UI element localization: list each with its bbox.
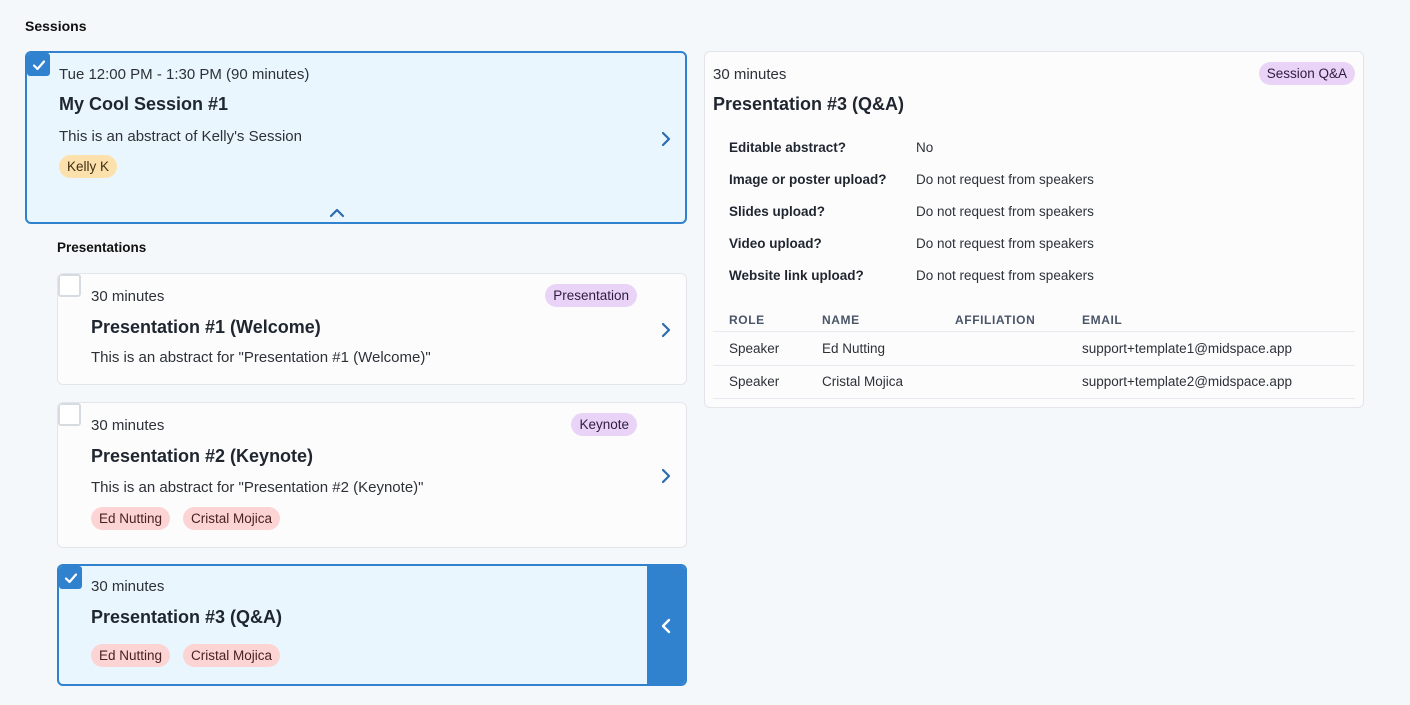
- chevron-right-icon[interactable]: [661, 468, 671, 484]
- person-tag: Cristal Mojica: [183, 507, 281, 530]
- table-divider: [713, 365, 1355, 366]
- table-header-role: ROLE: [729, 313, 765, 327]
- detail-panel: 30 minutes Session Q&A Presentation #3 (…: [704, 51, 1364, 408]
- chevron-right-icon[interactable]: [661, 322, 671, 338]
- table-cell-name: Cristal Mojica: [822, 374, 904, 389]
- presentation-duration: 30 minutes: [91, 417, 165, 434]
- detail-title: Presentation #3 (Q&A): [713, 94, 905, 114]
- person-tag: Ed Nutting: [91, 644, 171, 667]
- field-value: Do not request from speakers: [916, 236, 1094, 251]
- sessions-heading: Sessions: [25, 18, 87, 34]
- table-header-email: EMAIL: [1082, 313, 1123, 327]
- table-cell-role: Speaker: [729, 341, 780, 356]
- field-label: Editable abstract?: [729, 140, 847, 155]
- session-time: Tue 12:00 PM - 1:30 PM (90 minutes): [59, 66, 310, 83]
- check-icon: [64, 573, 78, 584]
- table-cell-role: Speaker: [729, 374, 780, 389]
- field-label: Image or poster upload?: [729, 172, 887, 187]
- chevron-left-icon: [661, 618, 671, 634]
- type-badge: Keynote: [571, 413, 637, 436]
- presentations-heading: Presentations: [57, 240, 147, 255]
- detail-duration: 30 minutes: [713, 66, 787, 83]
- chevron-right-icon[interactable]: [661, 131, 671, 147]
- presentation-duration: 30 minutes: [91, 578, 165, 595]
- presentation-duration: 30 minutes: [91, 288, 165, 305]
- presentation-title: Presentation #2 (Keynote): [91, 446, 314, 466]
- session-checkbox[interactable]: [27, 53, 50, 76]
- presentation-card[interactable]: 30 minutes Presentation Presentation #1 …: [57, 273, 687, 385]
- field-value: No: [916, 140, 934, 155]
- field-label: Slides upload?: [729, 204, 826, 219]
- type-badge: Presentation: [545, 284, 637, 307]
- field-value: Do not request from speakers: [916, 268, 1094, 283]
- chevron-up-icon[interactable]: [329, 208, 345, 218]
- session-title: My Cool Session #1: [59, 94, 229, 114]
- presentation-title: Presentation #3 (Q&A): [91, 607, 283, 627]
- person-tag: Kelly K: [59, 155, 118, 178]
- collapse-button[interactable]: [647, 566, 685, 684]
- presentation-checkbox[interactable]: [58, 274, 81, 297]
- table-divider: [713, 331, 1355, 332]
- type-badge: Session Q&A: [1258, 62, 1355, 85]
- session-card[interactable]: Tue 12:00 PM - 1:30 PM (90 minutes) My C…: [25, 51, 687, 224]
- table-cell-email: support+template2@midspace.app: [1082, 374, 1292, 389]
- presentation-checkbox[interactable]: [58, 403, 81, 426]
- table-header-name: NAME: [822, 313, 860, 327]
- person-tag: Cristal Mojica: [183, 644, 281, 667]
- check-icon: [32, 60, 46, 71]
- field-label: Website link upload?: [729, 268, 864, 283]
- presentation-card[interactable]: 30 minutes Keynote Presentation #2 (Keyn…: [57, 402, 687, 548]
- presentation-checkbox[interactable]: [59, 566, 82, 589]
- session-abstract: This is an abstract of Kelly's Session: [59, 128, 302, 145]
- field-label: Video upload?: [729, 236, 822, 251]
- table-cell-email: support+template1@midspace.app: [1082, 341, 1292, 356]
- person-tag: Ed Nutting: [91, 507, 171, 530]
- field-value: Do not request from speakers: [916, 204, 1094, 219]
- field-value: Do not request from speakers: [916, 172, 1094, 187]
- presentation-card[interactable]: 30 minutes Presentation #3 (Q&A) Ed Nutt…: [57, 564, 687, 686]
- presentation-abstract: This is an abstract for "Presentation #1…: [91, 349, 431, 366]
- table-divider: [713, 398, 1355, 399]
- presentation-title: Presentation #1 (Welcome): [91, 317, 321, 337]
- presentation-abstract: This is an abstract for "Presentation #2…: [91, 479, 424, 496]
- table-header-affiliation: AFFILIATION: [955, 313, 1036, 327]
- table-cell-name: Ed Nutting: [822, 341, 886, 356]
